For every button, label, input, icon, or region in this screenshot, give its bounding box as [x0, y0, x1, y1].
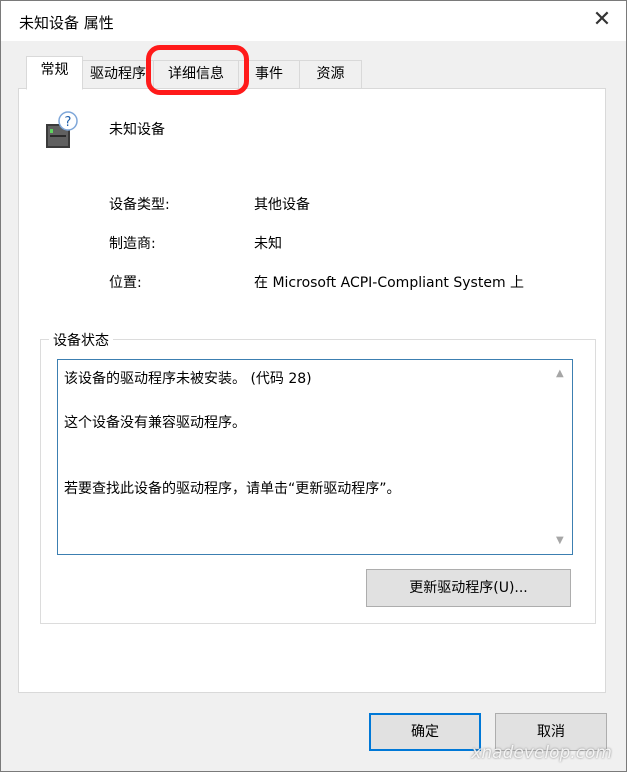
tab-details[interactable]: 详细信息: [153, 60, 239, 89]
title-bar: 未知设备 属性 ✕: [1, 1, 626, 41]
tab-strip: 常规 驱动程序 详细信息 事件 资源: [18, 56, 618, 90]
close-icon[interactable]: ✕: [590, 9, 614, 33]
scroll-up-icon[interactable]: ▲: [556, 368, 564, 379]
location-label: 位置:: [109, 275, 142, 291]
status-line: 若要查找此设备的驱动程序，请单击“更新驱动程序”。: [64, 481, 401, 497]
update-driver-button[interactable]: 更新驱动程序(U)...: [366, 569, 571, 607]
tab-driver[interactable]: 驱动程序: [82, 60, 154, 89]
location-value: 在 Microsoft ACPI-Compliant System 上: [254, 275, 525, 291]
watermark: xnadevelop.com: [471, 743, 612, 763]
properties-dialog: 未知设备 属性 ✕ 常规 驱动程序 详细信息 事件 资源 ? 未知设备 设备类型…: [0, 0, 627, 772]
device-status-title: 设备状态: [49, 330, 113, 350]
device-name: 未知设备: [109, 122, 165, 138]
manufacturer-value: 未知: [254, 236, 282, 252]
device-status-group: 设备状态 该设备的驱动程序未被安装。 (代码 28) 这个设备没有兼容驱动程序。…: [40, 330, 596, 624]
device-status-textbox[interactable]: 该设备的驱动程序未被安装。 (代码 28) 这个设备没有兼容驱动程序。 若要查找…: [57, 359, 573, 555]
svg-text:?: ?: [65, 115, 72, 130]
status-scrollbar[interactable]: ▲ ▼: [552, 360, 572, 554]
window-title: 未知设备 属性: [19, 14, 114, 32]
general-panel: ? 未知设备 设备类型: 其他设备 制造商: 未知 位置: 在 Microsof…: [18, 88, 606, 693]
unknown-device-icon: ?: [46, 111, 78, 148]
tab-events[interactable]: 事件: [238, 60, 300, 89]
device-type-value: 其他设备: [254, 197, 310, 213]
manufacturer-label: 制造商:: [109, 236, 156, 252]
scroll-down-icon[interactable]: ▼: [556, 535, 564, 546]
tab-general[interactable]: 常规: [26, 56, 83, 90]
status-line: 这个设备没有兼容驱动程序。: [64, 415, 246, 431]
device-type-label: 设备类型:: [109, 197, 170, 213]
status-line: 该设备的驱动程序未被安装。 (代码 28): [64, 371, 312, 387]
ok-button[interactable]: 确定: [369, 713, 481, 751]
tab-resources[interactable]: 资源: [299, 60, 362, 89]
